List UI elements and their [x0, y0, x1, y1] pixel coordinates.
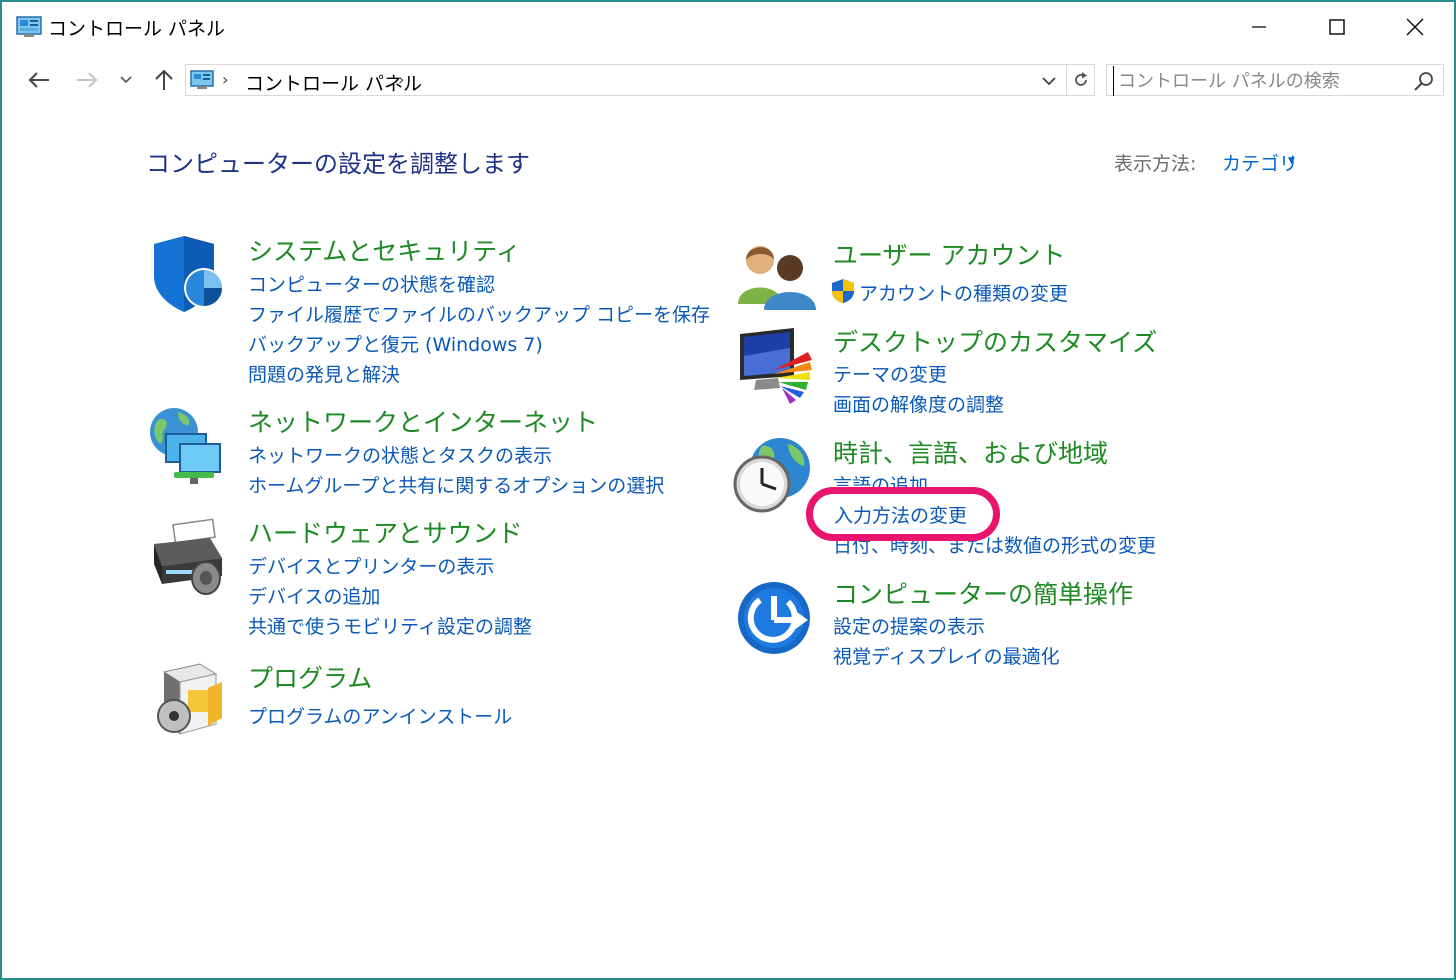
arrow-left-icon	[28, 72, 49, 88]
view-by-label: 表示方法:	[1114, 153, 1197, 175]
category-desktop-customization[interactable]: デスクトップのカスタマイズ	[833, 323, 1157, 359]
clock-globe-icon[interactable]	[732, 436, 812, 516]
up-button[interactable]	[150, 64, 178, 96]
category-user-accounts[interactable]: ユーザー アカウント	[833, 236, 1065, 272]
breadcrumb[interactable]: コントロール パネル	[245, 69, 422, 96]
category-network-internet[interactable]: ネットワークとインターネット	[248, 403, 598, 439]
uac-shield-icon	[832, 279, 854, 303]
minimize-button[interactable]	[1220, 2, 1298, 52]
address-dropdown-button[interactable]	[1038, 69, 1060, 93]
link-settings-suggestions[interactable]: 設定の提案の表示	[833, 612, 985, 639]
chevron-down-icon	[1042, 76, 1056, 85]
link-check-computer-status[interactable]: コンピューターの状態を確認	[248, 270, 495, 297]
users-icon[interactable]	[736, 238, 816, 318]
arrow-up-icon	[155, 69, 173, 90]
title-bar[interactable]: コントロール パネル	[2, 2, 1454, 52]
link-troubleshoot[interactable]: 問題の発見と解決	[248, 360, 400, 387]
control-panel-icon	[16, 16, 42, 37]
view-by-dropdown[interactable]: カテゴリ	[1222, 149, 1298, 176]
search-icon[interactable]	[1413, 70, 1435, 92]
page-title: コンピューターの設定を調整します	[146, 150, 530, 178]
network-icon[interactable]	[148, 406, 228, 486]
link-mobility-settings[interactable]: 共通で使うモビリティ設定の調整	[248, 612, 532, 639]
programs-icon[interactable]	[154, 660, 234, 740]
category-ease-of-access[interactable]: コンピューターの簡単操作	[833, 575, 1133, 611]
shield-icon[interactable]	[148, 234, 228, 314]
printer-icon[interactable]	[148, 518, 228, 598]
category-hardware-sound[interactable]: ハードウェアとサウンド	[248, 514, 523, 550]
link-change-theme[interactable]: テーマの変更	[833, 360, 947, 387]
forward-button[interactable]	[72, 64, 102, 96]
ease-of-access-icon[interactable]	[736, 578, 816, 658]
desktop-icon[interactable]	[736, 326, 816, 406]
breadcrumb-separator[interactable]: ›	[398, 70, 404, 89]
link-change-account-type[interactable]: アカウントの種類の変更	[859, 279, 1068, 306]
recent-locations-button[interactable]	[116, 64, 136, 96]
breadcrumb-separator[interactable]: ›	[222, 70, 228, 89]
back-button[interactable]	[24, 64, 54, 96]
caret-down-icon[interactable]: ▼	[1288, 156, 1295, 166]
refresh-button[interactable]	[1066, 65, 1095, 95]
link-screen-resolution[interactable]: 画面の解像度の調整	[833, 390, 1004, 417]
link-uninstall-program[interactable]: プログラムのアンインストール	[248, 702, 512, 729]
category-programs[interactable]: プログラム	[248, 659, 372, 695]
category-clock-language-region[interactable]: 時計、言語、および地域	[833, 434, 1108, 470]
control-panel-window: コントロール パネル › コントロール パネル › コントロール パネルの検索 …	[0, 0, 1456, 980]
link-devices-printers[interactable]: デバイスとプリンターの表示	[248, 552, 494, 579]
category-system-security[interactable]: システムとセキュリティ	[248, 232, 521, 268]
maximize-button[interactable]	[1298, 2, 1376, 52]
search-box[interactable]	[1106, 64, 1444, 96]
address-bar[interactable]: › コントロール パネル ›	[185, 64, 1095, 96]
link-backup-restore[interactable]: バックアップと復元 (Windows 7)	[248, 330, 543, 357]
link-homegroup-sharing[interactable]: ホームグループと共有に関するオプションの選択	[248, 471, 664, 498]
window-title: コントロール パネル	[48, 18, 226, 40]
link-network-status[interactable]: ネットワークの状態とタスクの表示	[248, 441, 552, 468]
link-optimize-visual-display[interactable]: 視覚ディスプレイの最適化	[833, 642, 1060, 669]
refresh-icon	[1075, 72, 1087, 86]
maximize-icon	[1329, 19, 1345, 35]
arrow-right-icon	[77, 72, 98, 88]
link-change-input-method[interactable]: 入力方法の変更	[834, 501, 967, 528]
close-icon	[1406, 18, 1424, 36]
control-panel-icon	[190, 70, 214, 89]
chevron-down-icon	[120, 76, 132, 84]
search-input[interactable]	[1113, 66, 1410, 96]
link-file-history-backup[interactable]: ファイル履歴でファイルのバックアップ コピーを保存	[248, 300, 710, 327]
close-button[interactable]	[1376, 2, 1454, 52]
link-add-device[interactable]: デバイスの追加	[248, 582, 380, 609]
minimize-icon	[1252, 26, 1266, 28]
